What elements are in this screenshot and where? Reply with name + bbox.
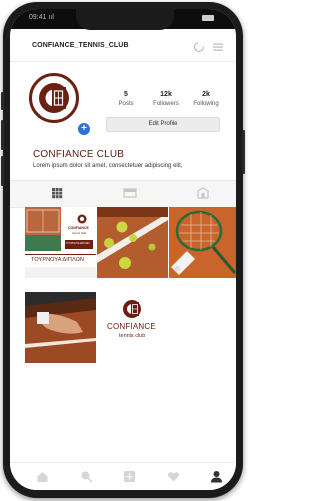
post-hand-on-court[interactable] [25,292,96,363]
phone-side-button [1,92,4,110]
search-icon[interactable] [80,470,93,483]
poster-bottom-text: ΤΟΥΡΝΟΥΑ ΔΙΠΛΩΝ [31,257,85,263]
bottom-nav [10,462,236,490]
phone-side-button [1,120,4,150]
menu-icon[interactable] [212,41,224,53]
post-tournament-poster[interactable]: CONFIANCE tennis club ΤΟΥΡΝΟΥΑ ΔΙΠΛΩΝ ΤΟ… [25,207,96,278]
list-icon[interactable] [123,187,137,199]
logo-club: tennis club [119,333,146,339]
phone-side-button [1,156,4,186]
poster-club: tennis club [72,231,87,235]
stat-posts[interactable]: 5 Posts [106,91,146,107]
logo-brand: CONFIANCE [107,322,156,331]
phone-power-button [242,130,245,174]
stat-label: Posts [118,101,134,107]
profile-icon[interactable] [210,470,223,483]
racket-photo [169,207,236,278]
post-racket[interactable] [169,207,236,278]
stat-value: 5 [124,91,128,98]
avatar[interactable] [29,73,79,123]
club-logo-icon [39,83,69,113]
poster-side-text: ΤΟΥΡΝΟΥΑ ΔΙΠΛΩΝ [66,242,90,245]
phone-notch [76,9,174,30]
home-icon[interactable] [36,470,49,483]
hand-photo [25,292,96,363]
profile-tabs [10,180,236,208]
post-tennis-balls[interactable] [97,207,168,278]
post-club-logo[interactable]: CONFIANCE tennis club [97,292,168,363]
poster-brand: CONFIANCE [68,226,89,230]
grid-icon[interactable] [51,187,63,199]
add-icon[interactable] [123,470,136,483]
header-username: CONFIANCE_TENNIS_CLUB [32,42,129,49]
profile-bio: Lorem ipsum dolor sit amet, consectetuer… [33,163,183,169]
loading-icon[interactable] [193,41,205,53]
tagged-icon[interactable] [197,187,209,199]
add-story-button[interactable]: + [76,121,92,137]
status-time: 09:41 ııl [29,14,54,21]
stat-value: 2k [202,91,210,98]
tennis-balls-photo [97,207,168,278]
stat-label: Followers [153,101,179,107]
phone-screen: 09:41 ııl CONFIANCE_TENNIS_CLUB + 5 Post… [10,9,236,490]
profile-header: CONFIANCE_TENNIS_CLUB [10,31,236,62]
battery-icon [202,15,214,21]
edit-profile-button[interactable]: Edit Profile [106,117,220,132]
stat-followers[interactable]: 12k Followers [146,91,186,107]
stat-following[interactable]: 2k Following [186,91,226,107]
heart-icon[interactable] [167,470,180,483]
profile-name: CONFIANCE CLUB [33,149,125,160]
stat-label: Following [193,101,219,107]
stat-value: 12k [160,91,172,98]
